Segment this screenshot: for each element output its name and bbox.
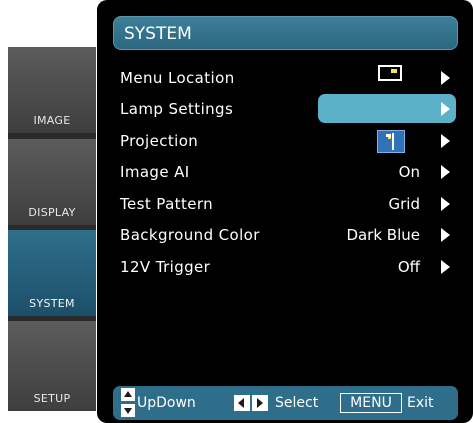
menu-item-projection[interactable]: Projection [113, 127, 458, 155]
tab-display[interactable]: DISPLAY [8, 139, 96, 225]
page-title: SYSTEM [124, 24, 192, 44]
menu-item-label: Lamp Settings [120, 100, 234, 118]
menu-item-label: Image AI [120, 163, 190, 181]
menu-item-test-pattern[interactable]: Test Pattern Grid [113, 190, 458, 218]
chevron-right-icon [441, 228, 450, 242]
menu-item-label: Menu Location [120, 69, 235, 87]
page-title-bar: SYSTEM [113, 16, 458, 50]
select-hint: Select [275, 395, 319, 411]
menu-item-background-color[interactable]: Background Color Dark Blue [113, 221, 458, 249]
menu-item-lamp-settings[interactable]: Lamp Settings [113, 95, 458, 123]
menu-item-menu-location[interactable]: Menu Location [113, 64, 458, 92]
tab-setup[interactable]: SETUP [8, 321, 96, 411]
menu-item-value: On [398, 163, 420, 181]
tab-image-label: IMAGE [33, 114, 71, 127]
menu-item-value: Grid [388, 195, 420, 213]
menu-key-icon: MENU [340, 393, 402, 413]
menu-item-image-ai[interactable]: Image AI On [113, 158, 458, 186]
menu-item-value: Off [397, 258, 420, 276]
tab-display-label: DISPLAY [28, 206, 76, 219]
tab-system-label: SYSTEM [29, 297, 75, 310]
chevron-right-icon [441, 260, 450, 274]
category-tabs: IMAGE DISPLAY SYSTEM SETUP [8, 47, 96, 411]
tab-system[interactable]: SYSTEM [8, 230, 96, 316]
menu-item-label: 12V Trigger [120, 258, 211, 276]
exit-hint: Exit [407, 395, 434, 411]
menu-item-value: Dark Blue [346, 226, 420, 244]
chevron-right-icon [441, 134, 450, 148]
tab-image[interactable]: IMAGE [8, 47, 96, 133]
projection-icon [377, 130, 405, 153]
tab-setup-label: SETUP [33, 392, 71, 405]
up-down-keys-icon [121, 388, 135, 417]
menu-item-12v-trigger[interactable]: 12V Trigger Off [113, 253, 458, 281]
chevron-right-icon [441, 102, 450, 116]
help-bar: UpDown Select MENU Exit [113, 386, 458, 420]
chevron-right-icon [441, 165, 450, 179]
menu-item-label: Background Color [120, 226, 260, 244]
chevron-right-icon [441, 197, 450, 211]
menu-location-icon [378, 65, 402, 81]
left-right-keys-icon [234, 395, 270, 411]
chevron-right-icon [441, 71, 450, 85]
updown-hint: UpDown [137, 395, 196, 411]
menu-item-label: Projection [120, 132, 199, 150]
menu-item-label: Test Pattern [120, 195, 214, 213]
